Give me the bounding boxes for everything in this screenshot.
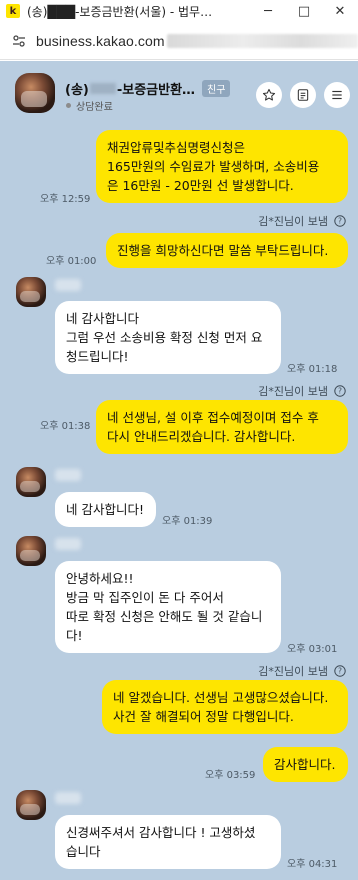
chat-header: (송) -보증금반환… 친구 상담완료 [0, 61, 358, 123]
header-actions [248, 82, 350, 108]
message-text: 채권압류및추심명령신청은 [107, 140, 246, 155]
sender-name-redacted [55, 469, 81, 481]
site-info-icon[interactable] [12, 34, 26, 48]
message-time: 오후 01:39 [162, 516, 213, 527]
message-text: 신경써주셔서 감사합니다 ! 고생하셨 [66, 825, 256, 840]
chatroom-name-prefix: (송) [65, 83, 89, 98]
message-text: 감사합니다. [274, 757, 336, 772]
address-bar[interactable]: business.kakao.com [0, 22, 358, 60]
message-text: 다시 안내드리겠습니다. 감사합니다. [107, 429, 296, 444]
message-time: 오후 01:00 [46, 256, 97, 267]
message-bubble-theirs[interactable]: 신경써주셔서 감사합니다 ! 고생하셨 습니다 [55, 815, 281, 869]
menu-button[interactable] [324, 82, 350, 108]
chatroom-name-row: (송) -보증금반환… 친구 [65, 79, 231, 98]
kakao-app-icon: k [6, 4, 20, 18]
url-redacted [166, 33, 358, 48]
message-bubble-mine[interactable]: 감사합니다. [263, 747, 348, 782]
sent-by-text: 김*진님이 보냄 [258, 215, 328, 228]
sender-name-redacted [55, 792, 81, 804]
message-time: 오후 01:38 [40, 421, 91, 432]
sender-avatar[interactable] [16, 467, 46, 497]
sent-by-label: 김*진님이 보냄 ? [258, 213, 346, 229]
friend-badge: 친구 [202, 80, 231, 97]
sent-by-text: 김*진님이 보냄 [258, 385, 328, 398]
message-text: 습니다 [66, 844, 101, 859]
consult-status: 상담완료 [66, 98, 113, 113]
svg-text:?: ? [338, 217, 342, 226]
help-icon[interactable]: ? [334, 665, 346, 677]
message-bubble-theirs[interactable]: 안녕하세요!! 방금 막 집주인이 돈 다 주어서 따로 확정 신청은 안해도 … [55, 561, 281, 653]
message-text: 방금 막 집주인이 돈 다 주어서 [66, 590, 224, 605]
message-text: 은 16만원 - 20만원 선 발생합니다. [107, 178, 294, 193]
chat-message-list[interactable]: 오후 12:59 채권압류및추심명령신청은 165만원의 수임료가 발생하며, … [0, 123, 358, 880]
star-icon [262, 88, 276, 101]
status-dot-icon [66, 103, 71, 108]
message-bubble-mine[interactable]: 네 선생님, 설 이후 접수예정이며 접수 후 다시 안내드리겠습니다. 감사합… [96, 400, 348, 454]
message-text: 청드립니다! [66, 349, 129, 364]
message-text: 네 선생님, 설 이후 접수예정이며 접수 후 [107, 410, 319, 425]
sender-avatar[interactable] [16, 790, 46, 820]
help-icon[interactable]: ? [334, 385, 346, 397]
maximize-button[interactable]: □ [286, 0, 322, 22]
message-bubble-mine[interactable]: 진행을 희망하신다면 말씀 부탁드립니다. [106, 233, 348, 268]
message-time: 오후 04:31 [287, 859, 338, 870]
message-time: 오후 03:01 [287, 644, 338, 655]
chatroom-name-redacted [89, 83, 116, 94]
sender-avatar[interactable] [16, 277, 46, 307]
help-icon[interactable]: ? [334, 215, 346, 227]
chatroom-name-suffix: -보증금반환… [116, 83, 196, 98]
star-button[interactable] [256, 82, 282, 108]
message-text: 다! [66, 628, 83, 643]
message-bubble-theirs[interactable]: 네 감사합니다 그럼 우선 소송비용 확정 신청 먼저 요 청드립니다! [55, 301, 281, 374]
message-text: 안녕하세요!! [66, 571, 134, 586]
minimize-button[interactable]: ─ [250, 0, 286, 22]
sent-by-label: 김*진님이 보냄 ? [258, 383, 346, 399]
message-text: 그럼 우선 소송비용 확정 신청 먼저 요 [66, 330, 263, 345]
message-text: 사건 잘 해결되어 정말 다행입니다. [113, 709, 294, 724]
message-time: 오후 03:59 [205, 770, 256, 781]
url-text[interactable]: business.kakao.com [36, 33, 165, 49]
window-controls: ─ □ ✕ [250, 0, 358, 22]
notes-icon [297, 89, 309, 101]
message-text: 네 감사합니다! [66, 502, 144, 517]
message-time: 오후 12:59 [40, 194, 91, 205]
message-bubble-mine[interactable]: 네 알겠습니다. 선생님 고생많으셨습니다. 사건 잘 해결되어 정말 다행입니… [102, 680, 348, 734]
svg-text:?: ? [338, 667, 342, 676]
sender-name-redacted [55, 538, 81, 550]
svg-text:?: ? [338, 387, 342, 396]
message-text: 따로 확정 신청은 안해도 될 것 같습니 [66, 609, 263, 624]
message-text: 165만원의 수임료가 발생하며, 소송비용 [107, 159, 320, 174]
message-bubble-mine[interactable]: 채권압류및추심명령신청은 165만원의 수임료가 발생하며, 소송비용 은 16… [96, 130, 348, 203]
message-text: 네 감사합니다 [66, 311, 139, 326]
window-titlebar: k (송)███-보증금반환(서울) - 법무… ─ □ ✕ [0, 0, 358, 22]
close-button[interactable]: ✕ [322, 0, 358, 22]
message-time: 오후 01:18 [287, 364, 338, 375]
sent-by-label: 김*진님이 보냄 ? [258, 663, 346, 679]
message-bubble-theirs[interactable]: 네 감사합니다! [55, 492, 156, 527]
consult-status-label: 상담완료 [76, 102, 113, 113]
sender-avatar[interactable] [16, 536, 46, 566]
notes-button[interactable] [290, 82, 316, 108]
message-text: 진행을 희망하신다면 말씀 부탁드립니다. [117, 243, 329, 258]
sent-by-text: 김*진님이 보냄 [258, 665, 328, 678]
sender-name-redacted [55, 279, 81, 291]
chatroom-avatar[interactable] [15, 73, 55, 113]
message-text: 네 알겠습니다. 선생님 고생많으셨습니다. [113, 690, 329, 705]
menu-icon [332, 90, 342, 100]
window-title: (송)███-보증금반환(서울) - 법무… [27, 4, 213, 19]
